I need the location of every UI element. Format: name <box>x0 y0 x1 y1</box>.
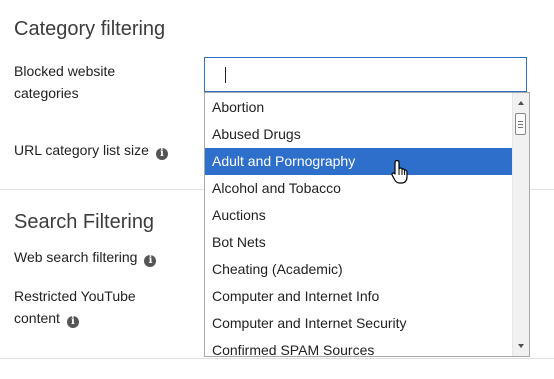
web-search-text: Web search filtering <box>14 249 138 265</box>
url-list-size-label: URL category list size i <box>14 139 168 161</box>
info-icon[interactable]: i <box>66 316 79 328</box>
category-search-input[interactable] <box>227 58 517 91</box>
blocked-label-line1: Blocked website <box>14 63 116 79</box>
dropdown-option[interactable]: Bot Nets <box>205 229 512 256</box>
search-filtering-title: Search Filtering <box>14 211 155 233</box>
scrollbar-thumb[interactable] <box>515 113 526 135</box>
text-caret <box>225 67 226 83</box>
dropdown-option[interactable]: Abortion <box>205 94 512 121</box>
youtube-label-line2: content i <box>14 307 136 329</box>
category-filtering-title: Category filtering <box>14 18 166 40</box>
youtube-label-line1: Restricted YouTube <box>14 288 136 304</box>
web-search-filtering-label: Web search filtering i <box>14 246 157 268</box>
dropdown-option[interactable]: Computer and Internet Security <box>205 310 512 337</box>
dropdown-option[interactable]: Confirmed SPAM Sources <box>205 337 512 356</box>
info-icon[interactable]: i <box>155 148 168 160</box>
dropdown-option[interactable]: Alcohol and Tobacco <box>205 175 512 202</box>
bottom-divider <box>0 358 554 359</box>
scroll-down-arrow-icon[interactable] <box>518 344 524 348</box>
info-icon[interactable]: i <box>144 255 157 267</box>
dropdown-option[interactable]: Abused Drugs <box>205 121 512 148</box>
category-search-box[interactable] <box>204 57 527 92</box>
dropdown-option[interactable]: Cheating (Academic) <box>205 256 512 283</box>
dropdown-option[interactable]: Auctions <box>205 202 512 229</box>
scroll-up-arrow-icon[interactable] <box>518 101 524 105</box>
dropdown-scrollbar[interactable] <box>512 93 529 356</box>
url-list-size-text: URL category list size <box>14 142 149 158</box>
blocked-label-line2: categories <box>14 85 79 101</box>
blocked-categories-label: Blocked website categories <box>14 60 115 104</box>
dropdown-option[interactable]: Computer and Internet Info <box>205 283 512 310</box>
restricted-youtube-label: Restricted YouTube content i <box>14 285 136 329</box>
category-dropdown-list[interactable]: Abortion Abused Drugs Adult and Pornograph… <box>204 92 530 357</box>
hand-pointer-icon <box>391 159 408 184</box>
dropdown-option[interactable]: Adult and Pornography <box>205 148 512 175</box>
